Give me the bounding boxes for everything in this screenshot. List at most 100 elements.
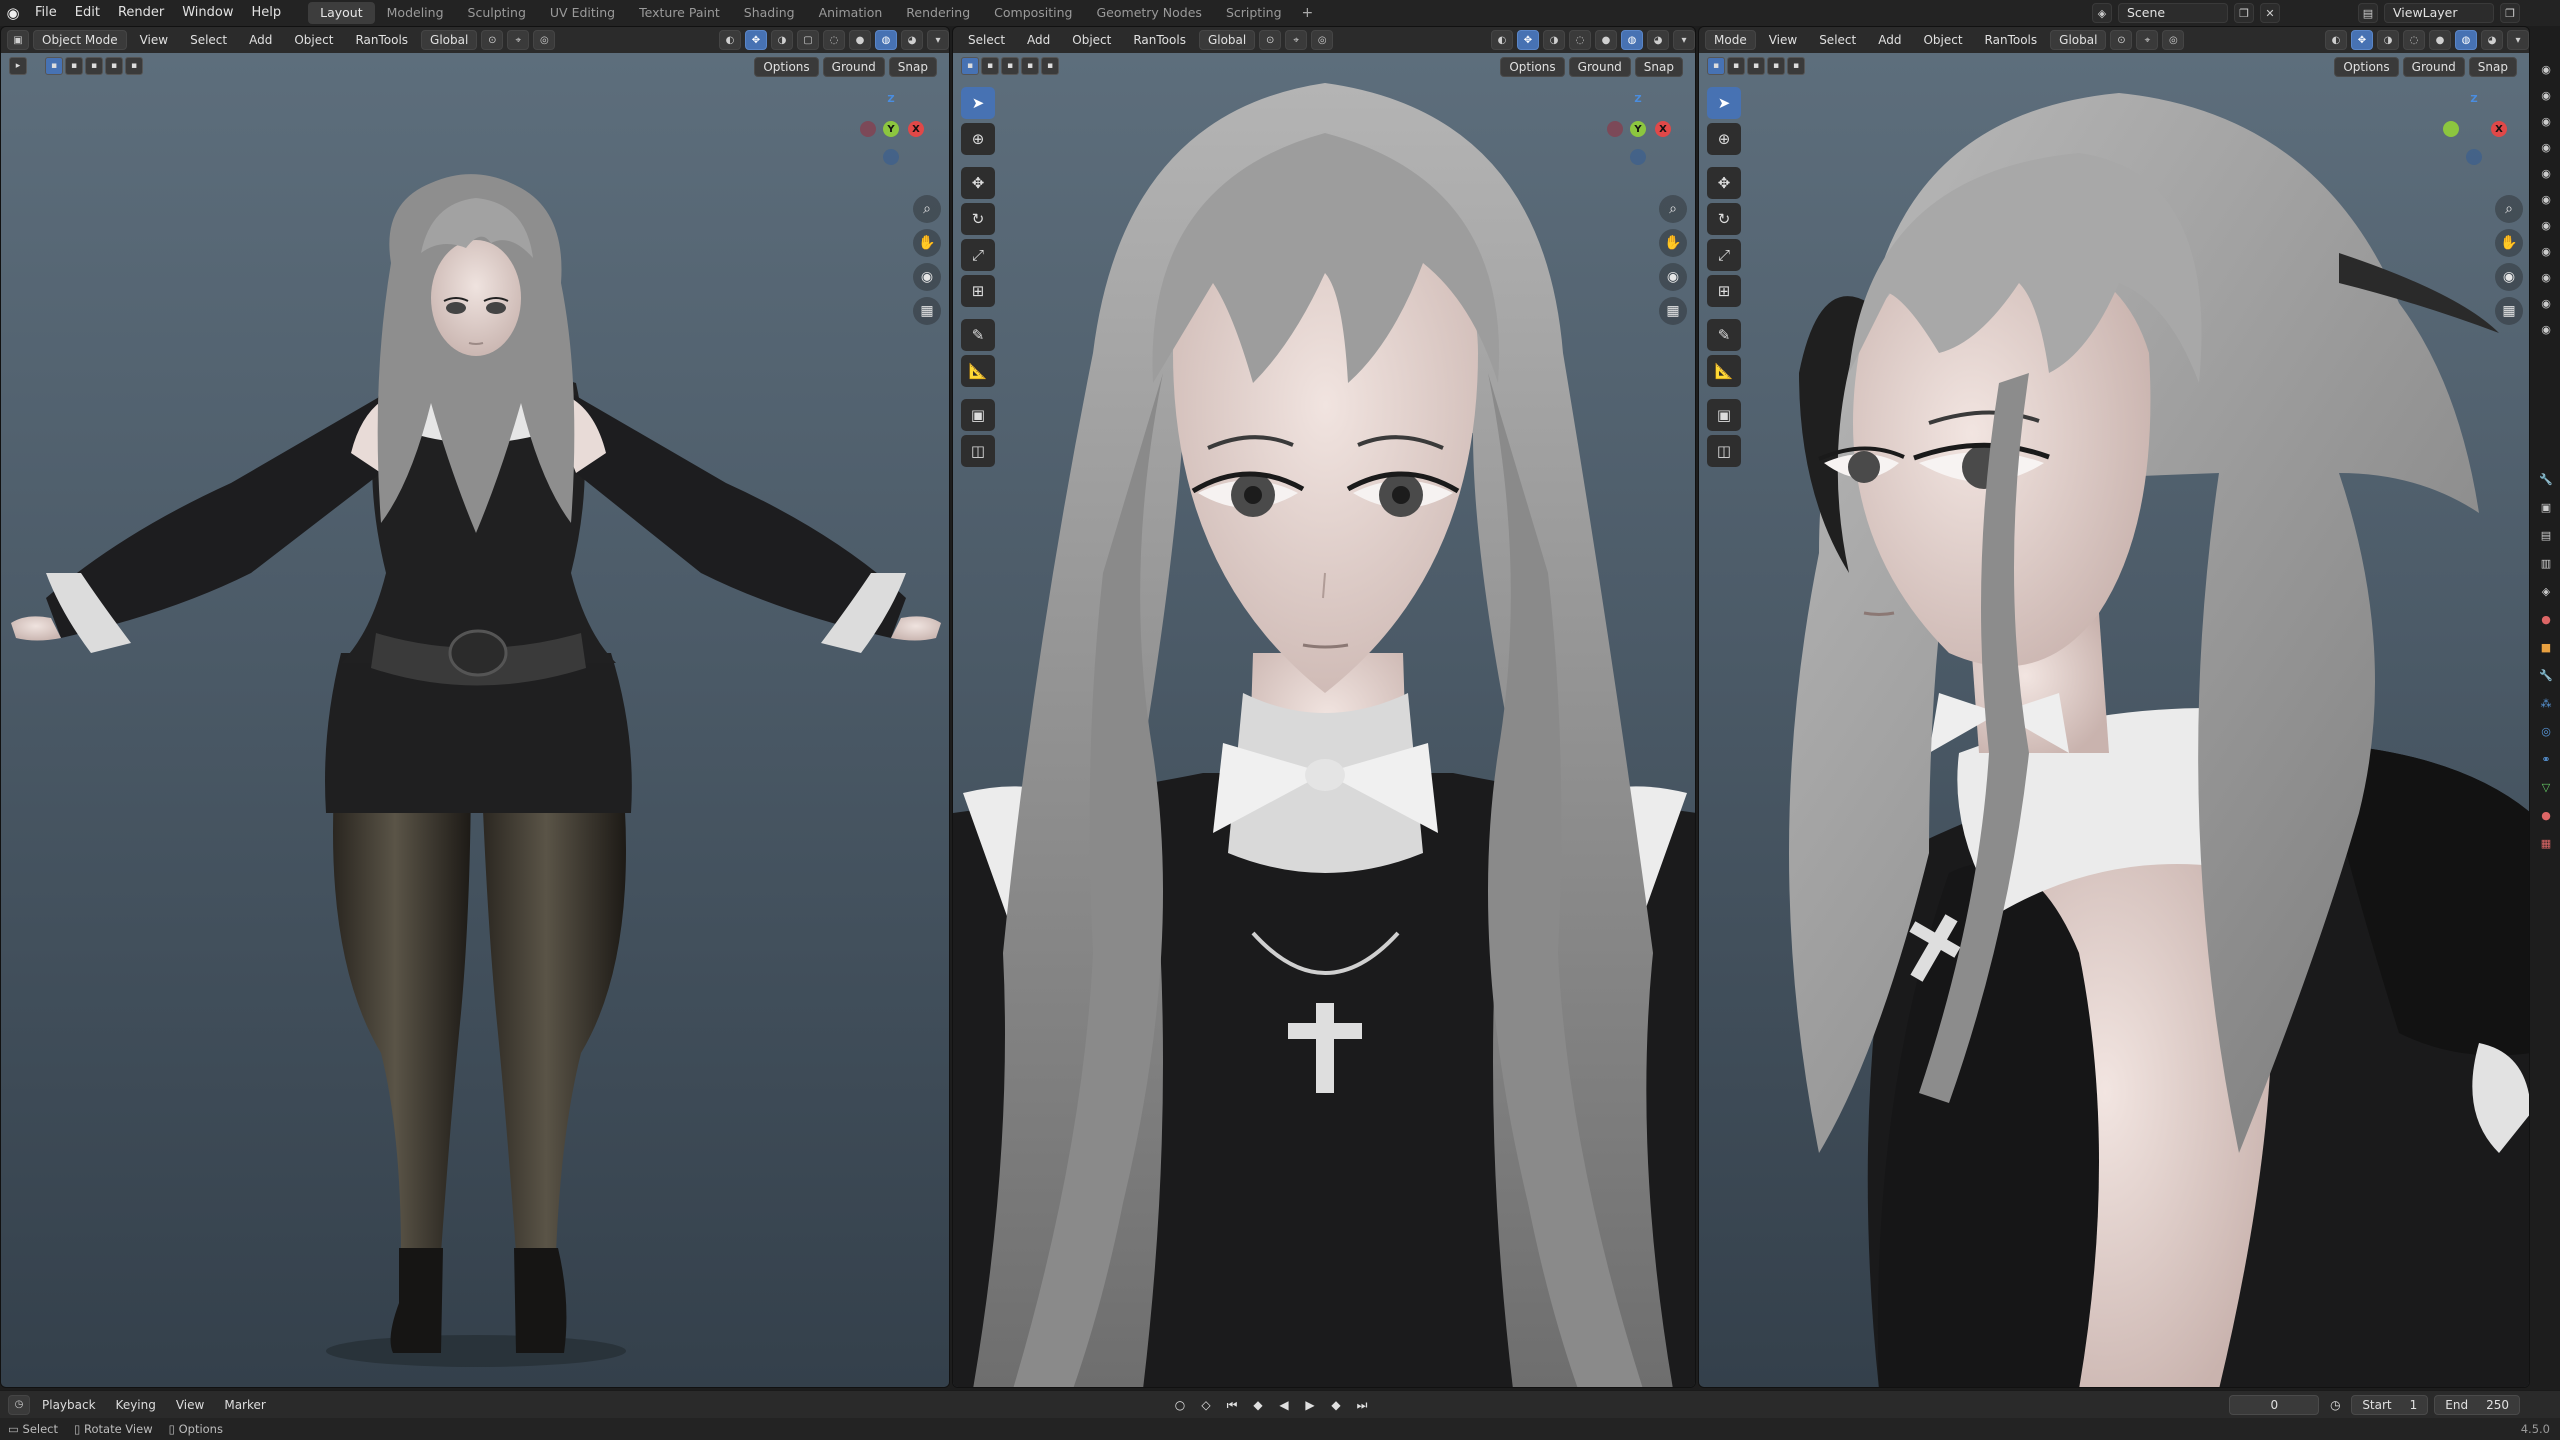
select-subtract-icon[interactable]: ▪ xyxy=(1747,57,1765,75)
select-extend-icon[interactable]: ▪ xyxy=(65,57,83,75)
menu-edit[interactable]: Edit xyxy=(66,0,109,26)
visibility-toggle-icon[interactable]: ◉ xyxy=(2537,138,2555,156)
options-dropdown[interactable]: Options xyxy=(754,57,819,77)
zoom-icon[interactable]: ⌕ xyxy=(2495,195,2523,223)
visibility-toggle-icon[interactable]: ◉ xyxy=(2537,60,2555,78)
viewport-face-three-quarter[interactable]: Mode View Select Add Object RanTools Glo… xyxy=(1698,26,2530,1388)
keyframe-icon[interactable]: ◇ xyxy=(1196,1395,1216,1415)
shading-material-icon[interactable]: ◍ xyxy=(875,30,897,50)
mode-dropdown[interactable]: Mode xyxy=(1705,30,1756,50)
transform-orientation-dropdown[interactable]: Global xyxy=(1198,30,1256,50)
options-dropdown[interactable]: Options xyxy=(2334,57,2399,77)
tab-geometry-nodes[interactable]: Geometry Nodes xyxy=(1085,2,1214,24)
visibility-toggle-icon[interactable]: ◉ xyxy=(2537,268,2555,286)
shading-options-icon[interactable]: ▾ xyxy=(1673,30,1695,50)
ground-toggle[interactable]: Ground xyxy=(1568,57,1631,77)
gizmo-x-axis[interactable]: X xyxy=(908,121,924,137)
snap-icon[interactable]: ⌖ xyxy=(1285,30,1308,50)
snap-icon[interactable]: ⌖ xyxy=(2136,30,2159,50)
viewport-face-front[interactable]: Select Add Object RanTools Global ⊙ ⌖ ◎ … xyxy=(952,26,1696,1388)
menu-object[interactable]: Object xyxy=(1063,30,1120,50)
menu-view[interactable]: View xyxy=(131,30,177,50)
transform-orientation-dropdown[interactable]: Global xyxy=(2050,30,2107,50)
menu-timeline-view[interactable]: View xyxy=(168,1398,212,1412)
camera-view-icon[interactable]: ◉ xyxy=(1659,263,1687,291)
transform-tool-icon[interactable]: ⊞ xyxy=(961,275,995,307)
timeline-editor-type-icon[interactable]: ◷ xyxy=(8,1394,30,1415)
prev-keyframe-icon[interactable]: ◆ xyxy=(1248,1395,1268,1415)
gizmo-neg-x-axis[interactable] xyxy=(860,121,876,137)
shading-rendered-icon[interactable]: ◕ xyxy=(1647,30,1669,50)
snap-toggle[interactable]: Snap xyxy=(2468,57,2517,77)
gizmo-toggle-icon[interactable]: ✥ xyxy=(745,30,767,50)
select-intersect-icon[interactable]: ▪ xyxy=(1041,57,1059,75)
shading-rendered-icon[interactable]: ◕ xyxy=(901,30,923,50)
jump-end-icon[interactable]: ⏭ xyxy=(1352,1395,1372,1415)
shading-solid-icon[interactable]: ● xyxy=(1595,30,1617,50)
select-invert-icon[interactable]: ▪ xyxy=(1767,57,1785,75)
modifier-properties-icon[interactable]: 🔧 xyxy=(2537,666,2555,684)
gizmo-toggle-icon[interactable]: ✥ xyxy=(1517,30,1539,50)
menu-keying[interactable]: Keying xyxy=(108,1398,164,1412)
proportional-edit-icon[interactable]: ◎ xyxy=(533,30,556,50)
visibility-toggle-icon[interactable]: ◉ xyxy=(2537,86,2555,104)
menu-select[interactable]: Select xyxy=(181,30,236,50)
world-properties-icon[interactable]: ● xyxy=(2537,610,2555,628)
add-cube-tool-icon[interactable]: ▣ xyxy=(961,399,995,431)
gizmo-y-axis[interactable]: Y xyxy=(1630,121,1646,137)
select-set-icon[interactable]: ▪ xyxy=(1707,57,1725,75)
gizmo-toggle-icon[interactable]: ✥ xyxy=(2351,30,2373,50)
visibility-toggle-icon[interactable]: ◉ xyxy=(2537,242,2555,260)
menu-select[interactable]: Select xyxy=(959,30,1014,50)
view-object-types-icon[interactable]: ◐ xyxy=(2325,30,2347,50)
pivot-icon[interactable]: ⊙ xyxy=(1259,30,1282,50)
add-cube-tool-icon[interactable]: ▣ xyxy=(1707,399,1741,431)
menu-marker[interactable]: Marker xyxy=(216,1398,273,1412)
move-tool-icon[interactable]: ✥ xyxy=(1707,167,1741,199)
menu-add[interactable]: Add xyxy=(1018,30,1059,50)
menu-add[interactable]: Add xyxy=(1869,30,1910,50)
scene-name-field[interactable]: Scene xyxy=(2118,3,2228,23)
menu-window[interactable]: Window xyxy=(173,0,242,26)
menu-view[interactable]: View xyxy=(1760,30,1806,50)
gizmo-x-axis[interactable]: X xyxy=(1655,121,1671,137)
snap-toggle[interactable]: Snap xyxy=(1634,57,1683,77)
view-layer-copy-icon[interactable]: ❐ xyxy=(2500,3,2520,23)
scene-icon[interactable]: ◈ xyxy=(2092,3,2112,23)
menu-playback[interactable]: Playback xyxy=(34,1398,104,1412)
tab-sculpting[interactable]: Sculpting xyxy=(456,2,538,24)
view-layer-icon[interactable]: ▤ xyxy=(2358,3,2378,23)
cursor-tool-icon[interactable]: ⊕ xyxy=(1707,123,1741,155)
snap-icon[interactable]: ⌖ xyxy=(507,30,530,50)
select-intersect-icon[interactable]: ▪ xyxy=(125,57,143,75)
scale-tool-icon[interactable]: ⤢ xyxy=(961,239,995,271)
overlay-toggle-icon[interactable]: ◑ xyxy=(771,30,793,50)
pivot-icon[interactable]: ⊙ xyxy=(2110,30,2133,50)
constraints-properties-icon[interactable]: ⚭ xyxy=(2537,750,2555,768)
menu-select[interactable]: Select xyxy=(1810,30,1865,50)
select-box-tool-icon[interactable]: ➤ xyxy=(1707,87,1741,119)
tab-rendering[interactable]: Rendering xyxy=(894,2,982,24)
next-keyframe-icon[interactable]: ◆ xyxy=(1326,1395,1346,1415)
add-object-tool-icon[interactable]: ◫ xyxy=(961,435,995,467)
gizmo-x-axis[interactable]: X xyxy=(2491,121,2507,137)
visibility-toggle-icon[interactable]: ◉ xyxy=(2537,190,2555,208)
shading-solid-icon[interactable]: ● xyxy=(2429,30,2451,50)
jump-start-icon[interactable]: ⏮ xyxy=(1222,1395,1242,1415)
record-icon[interactable]: ○ xyxy=(1170,1395,1190,1415)
xray-toggle-icon[interactable]: ▢ xyxy=(797,30,819,50)
select-extend-icon[interactable]: ▪ xyxy=(1727,57,1745,75)
gizmo-y-axis[interactable]: Y xyxy=(883,121,899,137)
editor-type-icon[interactable]: ▣ xyxy=(7,30,29,50)
shading-wireframe-icon[interactable]: ◌ xyxy=(1569,30,1591,50)
select-set-icon[interactable]: ▪ xyxy=(45,57,63,75)
tab-uv-editing[interactable]: UV Editing xyxy=(538,2,627,24)
clock-icon[interactable]: ◷ xyxy=(2325,1395,2345,1415)
menu-rantools[interactable]: RanTools xyxy=(1976,30,2047,50)
proportional-edit-icon[interactable]: ◎ xyxy=(1311,30,1334,50)
shading-rendered-icon[interactable]: ◕ xyxy=(2481,30,2503,50)
output-properties-icon[interactable]: ▤ xyxy=(2537,526,2555,544)
view-object-types-icon[interactable]: ◐ xyxy=(1491,30,1513,50)
cursor-tool-icon[interactable]: ⊕ xyxy=(961,123,995,155)
options-dropdown[interactable]: Options xyxy=(1500,57,1565,77)
